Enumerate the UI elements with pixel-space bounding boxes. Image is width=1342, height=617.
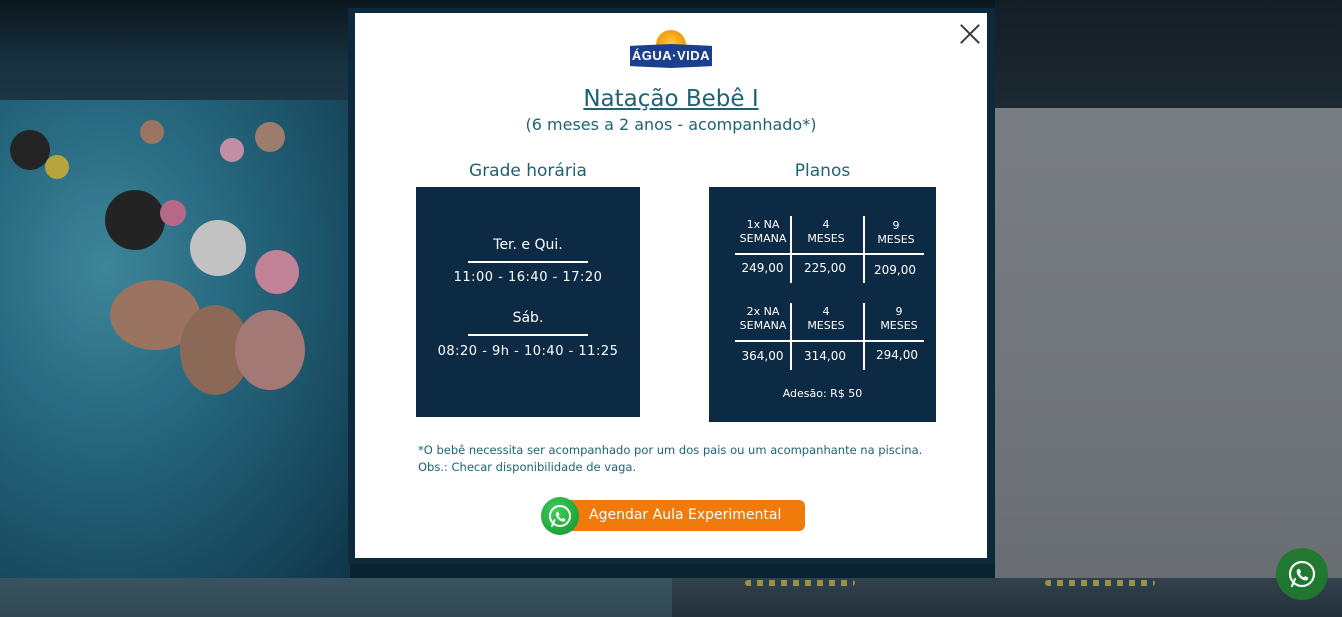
whatsapp-icon[interactable]	[541, 497, 579, 535]
schedule-times: 11:00 - 16:40 - 17:20	[453, 270, 603, 285]
modal-title: Natação Bebê I	[583, 86, 759, 112]
agua-vida-logo: ÁGUA·VIDA	[630, 30, 712, 72]
divider	[468, 261, 588, 263]
schedule-heading: Grade horária	[469, 161, 587, 181]
modal-subtitle: (6 meses a 2 anos - acompanhado*)	[525, 115, 817, 134]
schedule-panel: Ter. e Qui. 11:00 - 16:40 - 17:20 Sáb. 0…	[416, 187, 640, 417]
plans-heading: Planos	[794, 161, 851, 181]
plan-duration: 9 MESES	[880, 305, 918, 332]
schedule-days: Ter. e Qui.	[493, 237, 563, 253]
schedule-trial-label: Agendar Aula Experimental	[589, 507, 782, 523]
schedule-times: 08:20 - 9h - 10:40 - 11:25	[437, 344, 619, 359]
enrollment-fee: Adesão: R$ 50	[782, 387, 863, 400]
plans-panel: 1x NA SEMANA 4 MESES 9 MESES 249,00 225,00 …	[709, 187, 936, 422]
plan-duration: 4 MESES	[807, 218, 845, 245]
note-availability: Obs.: Checar disponibilidade de vaga.	[418, 460, 637, 474]
price: 364,00	[741, 349, 784, 363]
plan-duration: 4 MESES	[807, 305, 845, 332]
price: 314,00	[804, 349, 846, 363]
schedule-days: Sáb.	[512, 310, 544, 326]
price: 294,00	[876, 348, 918, 362]
whatsapp-icon	[1288, 560, 1316, 588]
plan-frequency: 2x NA SEMANA	[739, 305, 787, 332]
divider	[468, 334, 588, 336]
price: 209,00	[874, 263, 916, 277]
logo-text: ÁGUA·VIDA	[631, 48, 711, 63]
schedule-trial-button[interactable]: Agendar Aula Experimental	[566, 500, 805, 531]
close-icon[interactable]	[957, 21, 983, 47]
note-companion: *O bebê necessita ser acompanhado por um…	[418, 443, 923, 457]
plan-frequency: 1x NA SEMANA	[739, 218, 787, 245]
price: 249,00	[741, 261, 784, 275]
price: 225,00	[804, 261, 846, 275]
whatsapp-float-button[interactable]	[1276, 548, 1328, 600]
plan-duration: 9 MESES	[877, 219, 915, 246]
